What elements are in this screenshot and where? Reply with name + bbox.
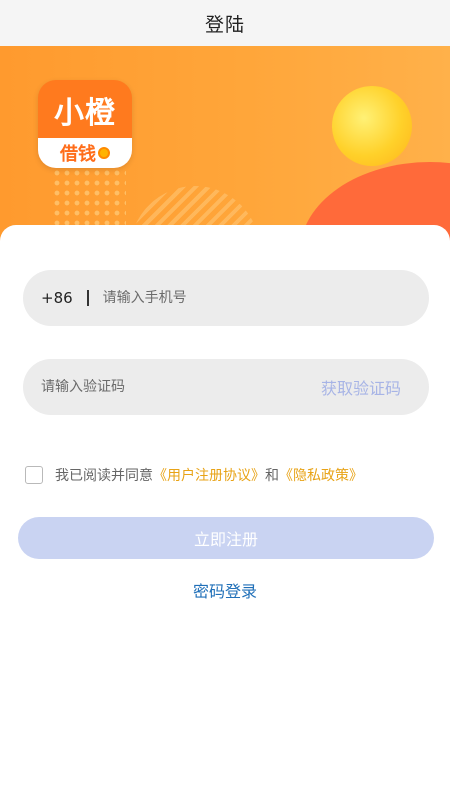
banner-dots-decoration <box>52 168 126 228</box>
page-title: 登陆 <box>204 13 245 36</box>
user-agreement-link[interactable]: 《用户注册协议》 <box>153 465 265 485</box>
agreement-and: 和 <box>265 468 279 484</box>
logo-bottom-strip: 借钱 <box>38 138 132 168</box>
register-button[interactable]: 立即注册 <box>18 517 434 559</box>
phone-input[interactable] <box>102 290 353 306</box>
password-login-link[interactable]: 密码登录 <box>0 578 450 602</box>
phone-field[interactable]: +86 <box>23 270 429 326</box>
logo-top-text: 小橙 <box>54 96 116 131</box>
agreement-checkbox[interactable] <box>25 466 43 484</box>
divider <box>86 290 89 306</box>
country-code[interactable]: +86 <box>41 289 73 307</box>
banner-sun-decoration <box>332 86 412 166</box>
code-field[interactable]: 获取验证码 <box>23 359 429 415</box>
app-logo: 小橙 借钱 <box>38 80 132 168</box>
coin-icon <box>98 147 110 159</box>
title-bar: 登陆 <box>0 0 450 46</box>
verification-code-input[interactable] <box>41 379 291 395</box>
get-code-button[interactable]: 获取验证码 <box>321 375 401 399</box>
privacy-policy-link[interactable]: 《隐私政策》 <box>279 465 363 485</box>
agreement-row: 我已阅读并同意 《用户注册协议》 和 《隐私政策》 <box>25 465 363 485</box>
logo-bottom-text: 借钱 <box>60 144 96 165</box>
agreement-prefix: 我已阅读并同意 <box>55 468 153 484</box>
